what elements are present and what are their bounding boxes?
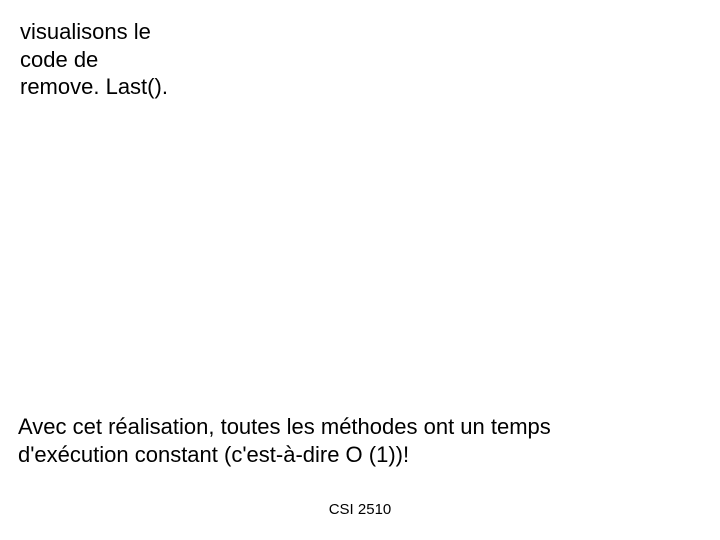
- top-line-3: remove. Last().: [20, 73, 168, 101]
- top-line-2: code de: [20, 46, 168, 74]
- top-paragraph: visualisons le code de remove. Last().: [20, 18, 168, 101]
- slide: visualisons le code de remove. Last(). A…: [0, 0, 720, 540]
- bottom-line-1: Avec cet réalisation, toutes les méthode…: [18, 413, 702, 442]
- footer-course-code: CSI 2510: [0, 501, 720, 518]
- bottom-line-2: d'exécution constant (c'est-à-dire O (1)…: [18, 441, 702, 470]
- top-line-1: visualisons le: [20, 18, 168, 46]
- bottom-paragraph: Avec cet réalisation, toutes les méthode…: [18, 413, 702, 470]
